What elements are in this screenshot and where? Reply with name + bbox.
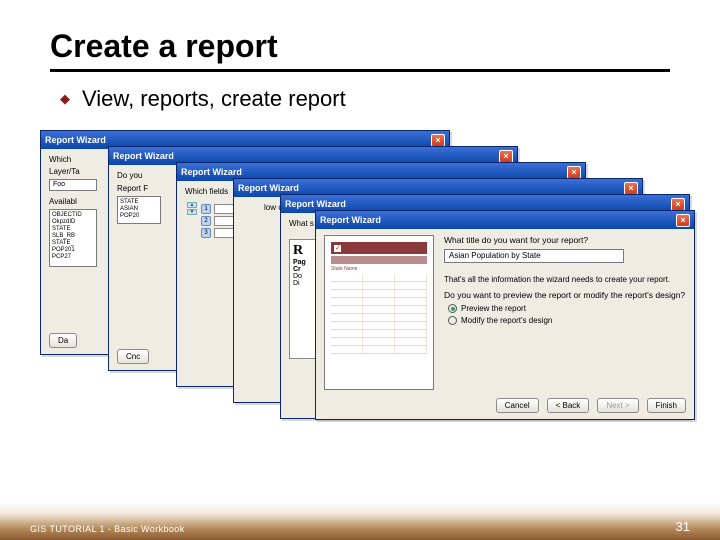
close-icon[interactable]: × [676,214,690,227]
wizard-cascade: Report Wizard × Which Layer/Ta Foo Avail… [40,130,670,430]
report-fields-list[interactable]: STATE ASIAN POP20 [117,196,161,224]
field-item[interactable]: STATE [52,226,94,233]
sort-order-badge: 2 [201,216,211,226]
up-arrow-icon[interactable]: ▲ [187,202,197,208]
window-title: Report Wizard [238,183,299,193]
close-icon[interactable]: × [431,134,445,147]
window-title: Report Wizard [113,151,174,161]
preview-row [331,274,427,282]
preview-row [331,330,427,338]
report-title-input[interactable]: Asian Population by State [444,249,624,263]
radio-icon[interactable] [448,316,457,325]
window-title: Report Wizard [285,199,346,209]
field-item[interactable]: ASIAN [120,206,158,213]
preview-header [331,242,427,254]
report-preview-pane: State Name [324,235,434,390]
wizard-window-final: Report Wizard × State Name [315,210,695,420]
close-icon[interactable]: × [671,198,685,211]
cancel-button[interactable]: Cnc [117,349,149,364]
field-item[interactable]: OkpzdID [52,219,94,226]
field-item[interactable]: OBJECTID [52,212,94,219]
checkmark-icon [334,245,341,252]
preview-row [331,322,427,330]
preview-caption: State Name [331,266,427,272]
available-fields-list[interactable]: OBJECTID OkpzdID STATE SLB_RB STATE_ POP… [49,209,97,267]
option-modify-label: Modify the report's design [461,316,552,325]
layer-select[interactable]: Foo [49,179,97,191]
reorder-arrows[interactable]: ▲▼ [187,202,197,240]
preview-row [331,346,427,354]
bullet-text: View, reports, create report [82,86,346,112]
close-icon[interactable]: × [567,166,581,179]
option-preview-label: Preview the report [461,304,526,313]
field-item[interactable]: STATE [120,199,158,206]
window-title: Report Wizard [320,215,381,225]
preview-row [331,314,427,322]
wizard-button-row: Cancel < Back Next > Finish [496,398,686,413]
slide-footer: GIS TUTORIAL 1 - Basic Workbook 31 [0,502,720,540]
finish-button[interactable]: Finish [647,398,686,413]
window-title: Report Wizard [181,167,242,177]
cancel-button[interactable]: Cancel [496,398,539,413]
close-icon[interactable]: × [624,182,638,195]
down-arrow-icon[interactable]: ▼ [187,209,197,215]
preview-row [331,306,427,314]
action-prompt: Do you want to preview the report or mod… [444,290,686,300]
option-modify[interactable]: Modify the report's design [448,316,686,325]
radio-icon[interactable] [448,304,457,313]
sort-order-badge: 1 [201,204,211,214]
data-button[interactable]: Da [49,333,77,348]
bullet-icon: ◆ [60,91,70,107]
field-item[interactable]: STATE_ [52,240,94,247]
slide-title: Create a report [50,28,670,65]
back-button[interactable]: < Back [547,398,590,413]
bullet-item: ◆ View, reports, create report [60,86,670,112]
footer-text: GIS TUTORIAL 1 - Basic Workbook [30,524,185,534]
field-item[interactable]: SLB_RB [52,233,94,240]
preview-row [331,298,427,306]
option-preview[interactable]: Preview the report [448,304,686,313]
field-item[interactable]: POP201 [52,247,94,254]
title-prompt: What title do you want for your report? [444,235,686,245]
sort-order-badge: 3 [201,228,211,238]
wizard-info-text: That's all the information the wizard ne… [444,275,686,284]
page-number: 31 [676,519,690,534]
next-button: Next > [597,398,638,413]
field-item[interactable]: PCP27 [52,254,94,261]
close-icon[interactable]: × [499,150,513,163]
preview-row [331,338,427,346]
titlebar: Report Wizard × [316,211,694,229]
preview-row [331,282,427,290]
title-rule [50,69,670,72]
window-title: Report Wizard [45,135,106,145]
preview-subheader [331,256,427,264]
field-item[interactable]: POP20 [120,213,158,220]
preview-row [331,290,427,298]
